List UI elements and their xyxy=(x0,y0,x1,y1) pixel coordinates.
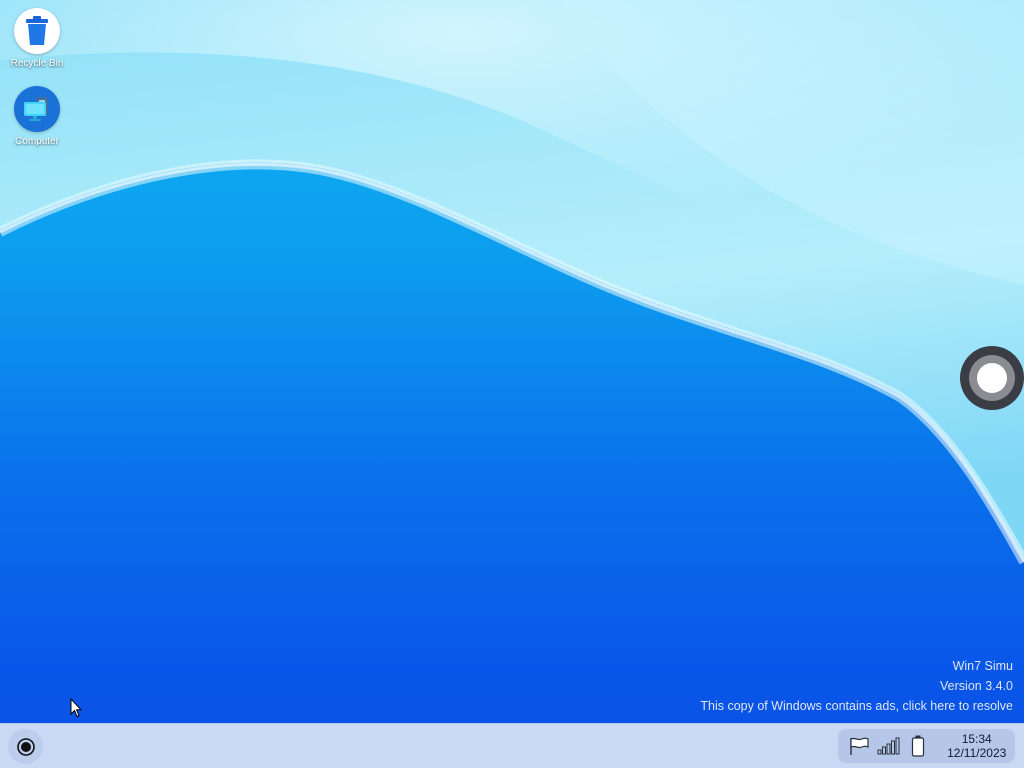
desktop-icon-computer[interactable]: Computer xyxy=(0,86,74,147)
desktop-icon-label: Computer xyxy=(15,136,59,147)
start-orb-icon xyxy=(16,737,35,756)
watermark-ads-notice[interactable]: This copy of Windows contains ads, click… xyxy=(700,696,1013,716)
flag-icon[interactable] xyxy=(844,732,873,760)
taskbar-clock[interactable]: 15:34 12/11/2023 xyxy=(938,732,1015,760)
clock-time: 15:34 xyxy=(961,732,992,746)
desktop[interactable]: Recycle Bin Computer Win7 Simu Version 3… xyxy=(0,0,1024,768)
floating-orb-button[interactable] xyxy=(960,346,1024,410)
recycle-bin-icon xyxy=(14,8,60,54)
wallpaper xyxy=(0,0,1024,565)
signal-icon[interactable] xyxy=(873,732,902,760)
computer-icon xyxy=(14,86,60,132)
desktop-icon-label: Recycle Bin xyxy=(10,58,64,69)
activation-watermark[interactable]: Win7 Simu Version 3.4.0 This copy of Win… xyxy=(700,656,1013,716)
battery-icon[interactable] xyxy=(903,732,932,760)
taskbar: 15:34 12/11/2023 xyxy=(0,723,1024,768)
desktop-icon-recycle-bin[interactable]: Recycle Bin xyxy=(0,8,74,69)
watermark-product: Win7 Simu xyxy=(952,659,1013,673)
start-button[interactable] xyxy=(8,729,43,764)
clock-date: 12/11/2023 xyxy=(947,746,1007,760)
system-tray: 15:34 12/11/2023 xyxy=(838,729,1015,763)
mouse-cursor-icon xyxy=(70,698,82,718)
watermark-version: Version 3.4.0 xyxy=(940,679,1013,693)
